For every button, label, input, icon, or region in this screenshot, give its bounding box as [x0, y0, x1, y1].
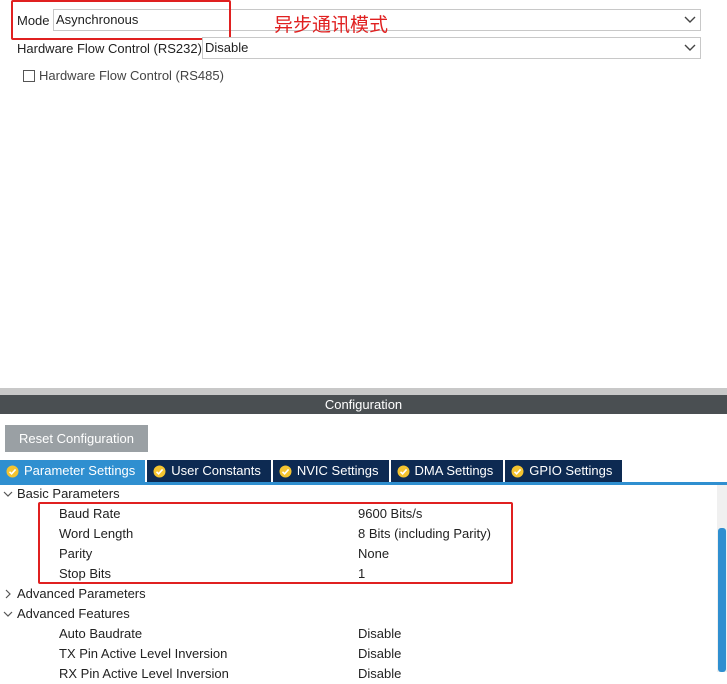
hw-flow-rs232-value: Disable [205, 40, 249, 55]
tab-nvic-settings[interactable]: NVIC Settings [272, 460, 391, 482]
check-circle-icon [279, 465, 292, 477]
reset-configuration-button[interactable]: Reset Configuration [5, 425, 148, 452]
scrollbar-thumb[interactable] [718, 528, 726, 672]
check-circle-icon [397, 465, 410, 477]
tab-label: DMA Settings [414, 463, 494, 478]
param-value[interactable]: Disable [358, 664, 401, 684]
tree-group-basic-parameters[interactable]: Basic Parameters [17, 484, 120, 504]
check-circle-icon [6, 465, 19, 477]
param-value[interactable]: Disable [358, 624, 401, 644]
tab-user-constants[interactable]: User Constants [147, 460, 273, 482]
panel-splitter[interactable] [0, 388, 727, 395]
tree-group-advanced-features[interactable]: Advanced Features [17, 604, 130, 624]
tab-gpio-settings[interactable]: GPIO Settings [505, 460, 623, 482]
mode-annotation: 异步通讯模式 [274, 14, 389, 36]
hw-flow-rs485-label: Hardware Flow Control (RS485) [39, 68, 224, 83]
hw-flow-rs232-label: Hardware Flow Control (RS232) [17, 41, 202, 56]
tab-parameter-settings[interactable]: Parameter Settings [0, 460, 148, 482]
param-value[interactable]: Disable [358, 644, 401, 664]
hw-flow-rs485-checkbox[interactable] [23, 70, 35, 82]
config-tabs: Parameter Settings User Constants NVIC S… [0, 460, 623, 482]
tree-group-advanced-parameters[interactable]: Advanced Parameters [17, 584, 146, 604]
chevron-down-icon [684, 44, 696, 51]
check-circle-icon [153, 465, 166, 477]
tab-label: NVIC Settings [296, 463, 379, 478]
chevron-down-icon[interactable] [3, 489, 13, 499]
configuration-header: Configuration [0, 395, 727, 414]
tab-label: Parameter Settings [24, 463, 136, 478]
chevron-down-icon [684, 16, 696, 23]
check-circle-icon [511, 465, 524, 477]
tab-label: User Constants [171, 463, 261, 478]
chevron-down-icon[interactable] [3, 609, 13, 619]
chevron-right-icon[interactable] [3, 589, 13, 599]
param-name: TX Pin Active Level Inversion [59, 646, 228, 661]
basic-params-highlight-box [38, 502, 513, 584]
mode-highlight-box [11, 0, 231, 40]
tab-label: GPIO Settings [529, 463, 613, 478]
param-name: Auto Baudrate [59, 626, 143, 641]
tab-dma-settings[interactable]: DMA Settings [390, 460, 506, 482]
hw-flow-rs232-select[interactable]: Disable [202, 37, 701, 59]
param-name: RX Pin Active Level Inversion [59, 666, 229, 681]
